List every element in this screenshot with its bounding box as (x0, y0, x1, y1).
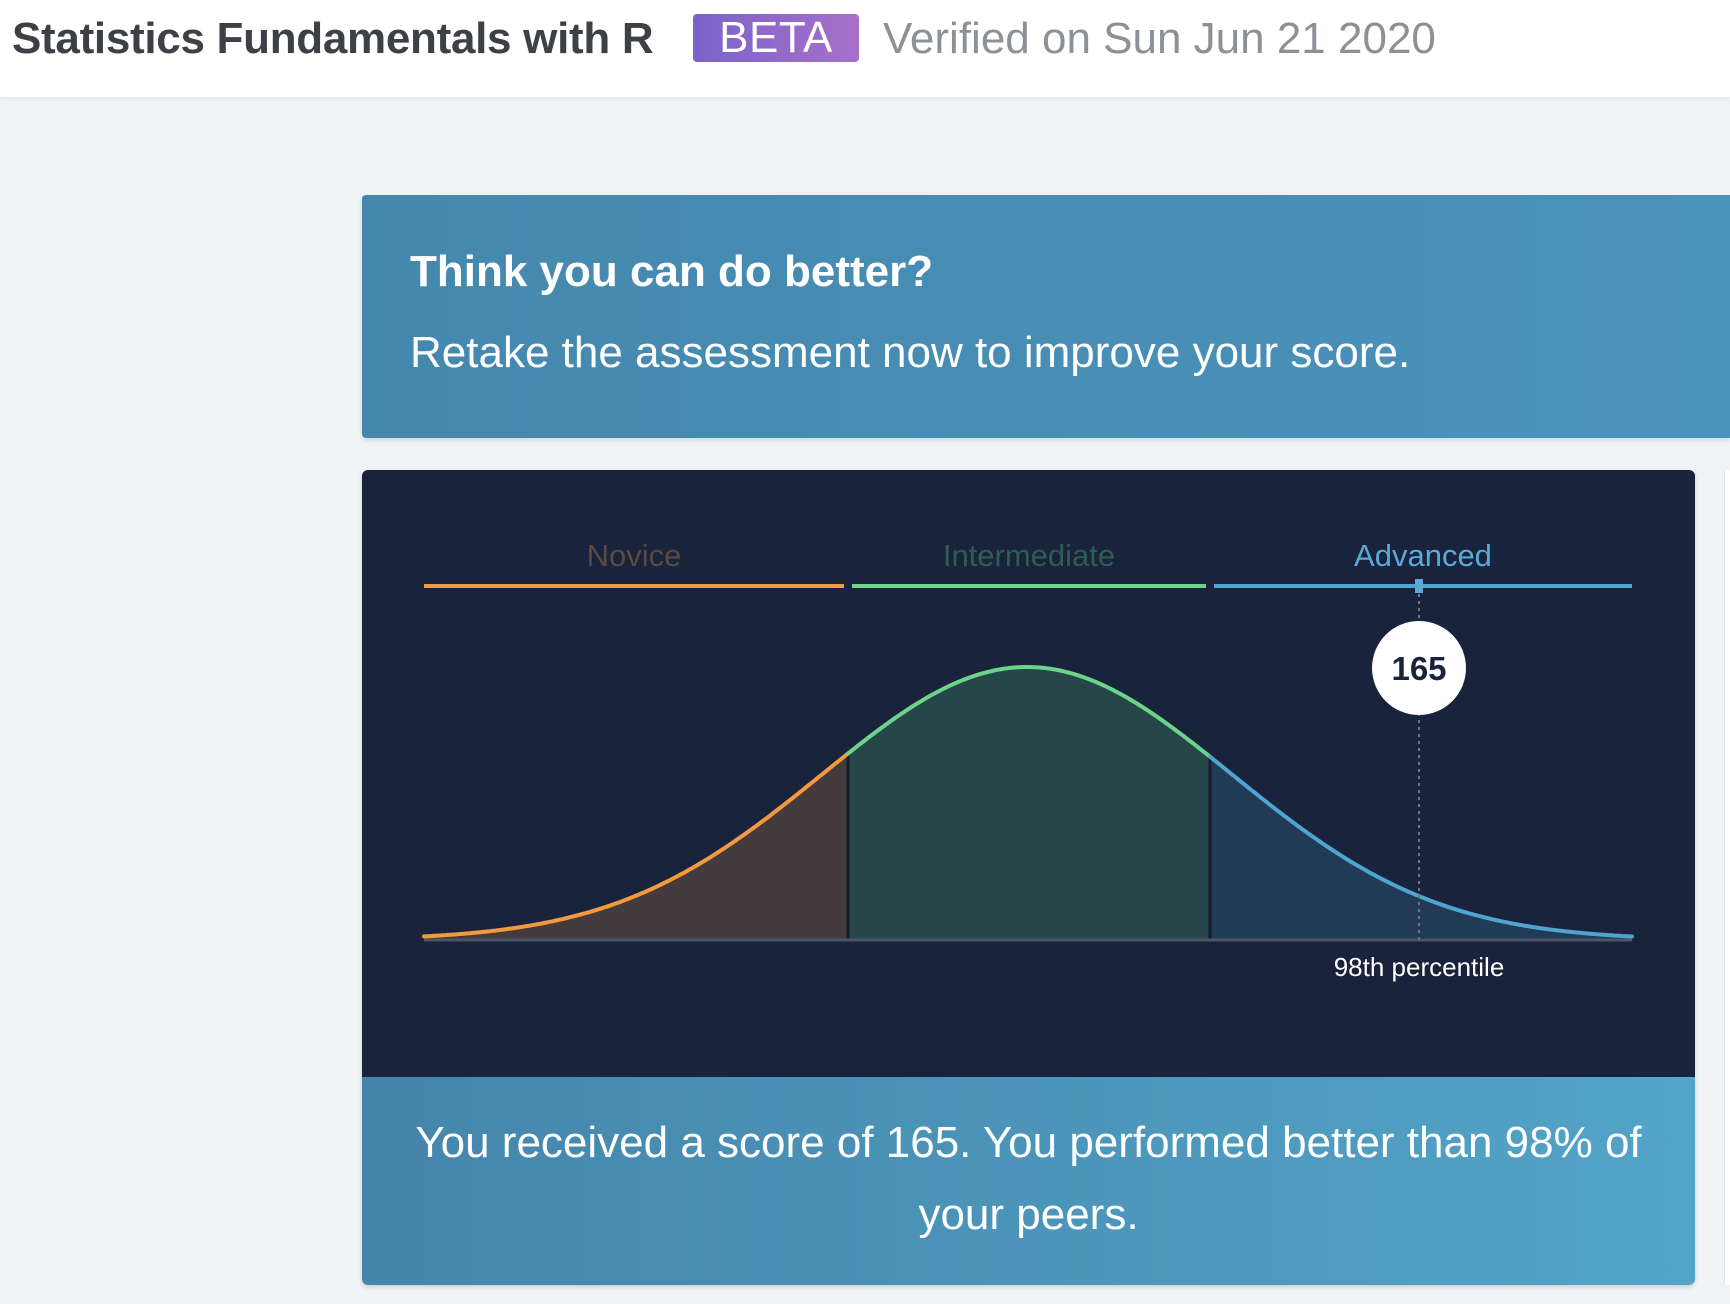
top-bar: Statistics Fundamentals with R BETA Veri… (0, 0, 1730, 97)
retake-title: Think you can do better? (410, 247, 934, 296)
score-card: Novice Intermediate Advanced 165 98th percen… (362, 470, 1695, 1285)
course-title: Statistics Fundamentals with R (12, 14, 654, 63)
distribution-svg: Novice Intermediate Advanced 165 98th percen… (422, 538, 1634, 982)
band-area-novice (424, 753, 848, 940)
percentile-label: 98th percentile (1334, 952, 1505, 982)
score-distribution-chart: Novice Intermediate Advanced 165 98th percen… (362, 470, 1695, 1077)
band-area-intermediate (848, 667, 1210, 940)
result-summary: You received a score of 165. You perform… (362, 1077, 1695, 1285)
retake-banner[interactable]: Think you can do better? Retake the asse… (362, 195, 1730, 438)
verified-date: Verified on Sun Jun 21 2020 (883, 14, 1436, 63)
score-tick (1415, 579, 1423, 593)
beta-badge: BETA (693, 14, 859, 62)
retake-subtitle: Retake the assessment now to improve you… (410, 328, 1411, 377)
band-label-intermediate: Intermediate (943, 538, 1115, 573)
band-label-novice: Novice (587, 538, 682, 573)
score-value: 165 (1391, 650, 1446, 687)
adjacent-card-edge (1724, 470, 1730, 1285)
band-area-advanced (1210, 756, 1632, 940)
band-label-advanced: Advanced (1354, 538, 1492, 573)
